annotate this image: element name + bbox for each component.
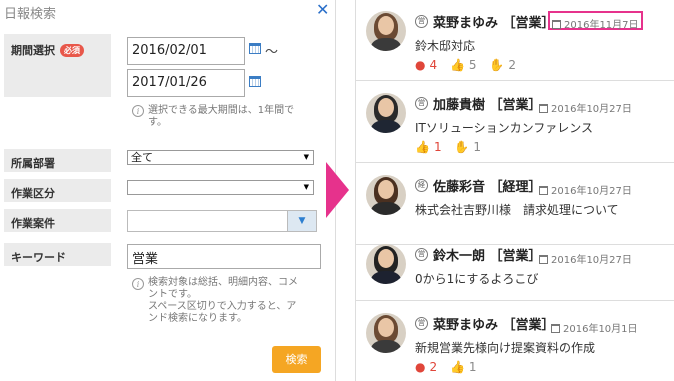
calendar-icon [539,186,548,195]
report-title: ITソリューションカンファレンス [415,121,594,135]
sales-role-icon: 営 [415,248,428,261]
project-label: 作業案件 [4,209,111,232]
report-date-text: 2016年10月27日 [551,104,632,115]
period-label: 期間選択 必須 [4,34,111,97]
date-to-input[interactable]: 2017/01/26 [127,69,245,97]
reaction-counts: ● 2 👍 1 [415,360,486,376]
report-date: 2016年10月27日 [536,95,635,115]
required-badge: 必須 [60,44,84,57]
clap-icon[interactable]: ✋ [454,140,469,154]
panel-title: 日報検索 [4,7,57,22]
report-item[interactable]: 営 加藤貴樹 ［営業］ 2016年10月27日 ITソリューションカンファレンス… [356,82,674,163]
comment-count: 4 [429,58,438,72]
department-label: 所属部署 [4,149,111,172]
report-date: 2016年10月27日 [536,177,635,197]
keyword-label: キーワード [4,243,111,266]
report-date-text: 2016年10月27日 [551,255,632,266]
thumbs-up-icon[interactable]: 👍 [450,58,465,72]
keyword-note: 検索対象は総括、明細内容、コメ ントです。 スペース区切りで入力すると、ア ンド… [148,277,298,325]
period-note-line: す。 [148,117,167,128]
period-note-line: 選択できる最大期間は、1年間で [148,105,295,116]
period-label-text: 期間選択 [11,44,55,57]
keyword-note-line: ンド検索になります。 [148,313,247,324]
report-title: 株式会社吉野川様 請求処理について [415,203,619,217]
project-combobox[interactable]: ▼ [127,210,317,232]
author-name: 加藤貴樹 ［営業］ [433,98,542,113]
avatar [366,175,406,215]
info-icon: i [132,105,144,117]
thumbs-up-icon[interactable]: 👍 [450,360,465,374]
period-note: 選択できる最大期間は、1年間で す。 [148,105,294,129]
like-count: 1 [468,360,477,374]
report-date-text: 2016年10月27日 [551,186,632,197]
keyword-note-line: ントです。 [148,289,197,300]
report-item[interactable]: 営 鈴木一朗 ［営業］ 2016年10月27日 0から1にするよろこび [356,233,674,301]
department-select[interactable]: 全て ▼ [127,150,314,165]
avatar [366,244,406,284]
sales-role-icon: 営 [415,317,428,330]
calendar-icon-to[interactable] [249,76,261,87]
calendar-icon-from[interactable] [249,43,261,54]
range-tilde: ～ [265,45,279,60]
report-date: 2016年11月7日 [548,11,643,31]
report-date-text: 2016年11月7日 [564,20,639,31]
report-list: 営 菜野まゆみ ［営業］ 2016年11月7日 鈴木邸対応 ● 4 👍 5 ✋ 2 営… [355,0,674,381]
like-count: 1 [433,140,442,154]
report-item[interactable]: 営 菜野まゆみ ［営業］ 2016年11月7日 鈴木邸対応 ● 4 👍 5 ✋ 2 [356,0,674,81]
keyword-note-line: 検索対象は総括、明細内容、コメ [148,277,298,288]
calendar-icon [551,324,560,333]
report-search-panel: 日報検索 ✕ 期間選択 必須 2016/02/01 ～ 2017/01/26 i … [0,0,336,381]
report-item[interactable]: 営 菜野まゆみ ［営業］ 2016年10月1日 新規営業先様向け提案資料の作成 … [356,302,674,381]
chevron-down-icon[interactable]: ▼ [287,211,316,231]
author-name: 菜野まゆみ ［営業］ [433,318,555,333]
chevron-down-icon: ▼ [303,153,309,161]
report-title: 0から1にするよろこび [415,272,539,286]
calendar-icon [539,255,548,264]
report-title: 鈴木邸対応 [415,39,476,53]
like-count: 5 [468,58,477,72]
report-title: 新規営業先様向け提案資料の作成 [415,341,596,355]
avatar [366,93,406,133]
author-name: 佐藤彩音 ［経理］ [433,180,542,195]
sales-role-icon: 営 [415,15,428,28]
search-button[interactable]: 検索 [272,346,321,373]
clap-count: 1 [473,140,482,154]
keyword-input[interactable]: 営業 [127,244,321,269]
comment-count: 2 [429,360,438,374]
comment-icon[interactable]: ● [415,360,425,374]
reaction-counts: ● 4 👍 5 ✋ 2 [415,58,525,74]
calendar-icon [552,20,561,29]
thumbs-up-icon[interactable]: 👍 [415,140,430,154]
report-date: 2016年10月1日 [548,315,641,335]
calendar-icon [539,104,548,113]
info-icon: i [132,278,144,290]
clap-count: 2 [508,58,516,72]
sales-role-icon: 営 [415,97,428,110]
date-from-input[interactable]: 2016/02/01 [127,37,245,65]
comment-icon[interactable]: ● [415,58,425,72]
work-type-select[interactable]: ▼ [127,180,314,195]
close-icon[interactable]: ✕ [316,2,329,18]
author-name: 菜野まゆみ ［営業］ [433,16,555,31]
avatar [366,11,406,51]
accounting-role-icon: 経 [415,179,428,192]
avatar [366,313,406,353]
reaction-counts: 👍 1 ✋ 1 [415,140,490,156]
work-type-label: 作業区分 [4,179,111,202]
chevron-down-icon: ▼ [303,183,309,191]
report-date: 2016年10月27日 [536,246,635,266]
arrow-right-icon [326,162,349,218]
report-date-text: 2016年10月1日 [563,324,638,335]
department-select-value: 全て [131,151,153,164]
author-name: 鈴木一朗 ［営業］ [433,249,542,264]
clap-icon[interactable]: ✋ [489,58,504,72]
keyword-note-line: スペース区切りで入力すると、ア [148,301,297,312]
